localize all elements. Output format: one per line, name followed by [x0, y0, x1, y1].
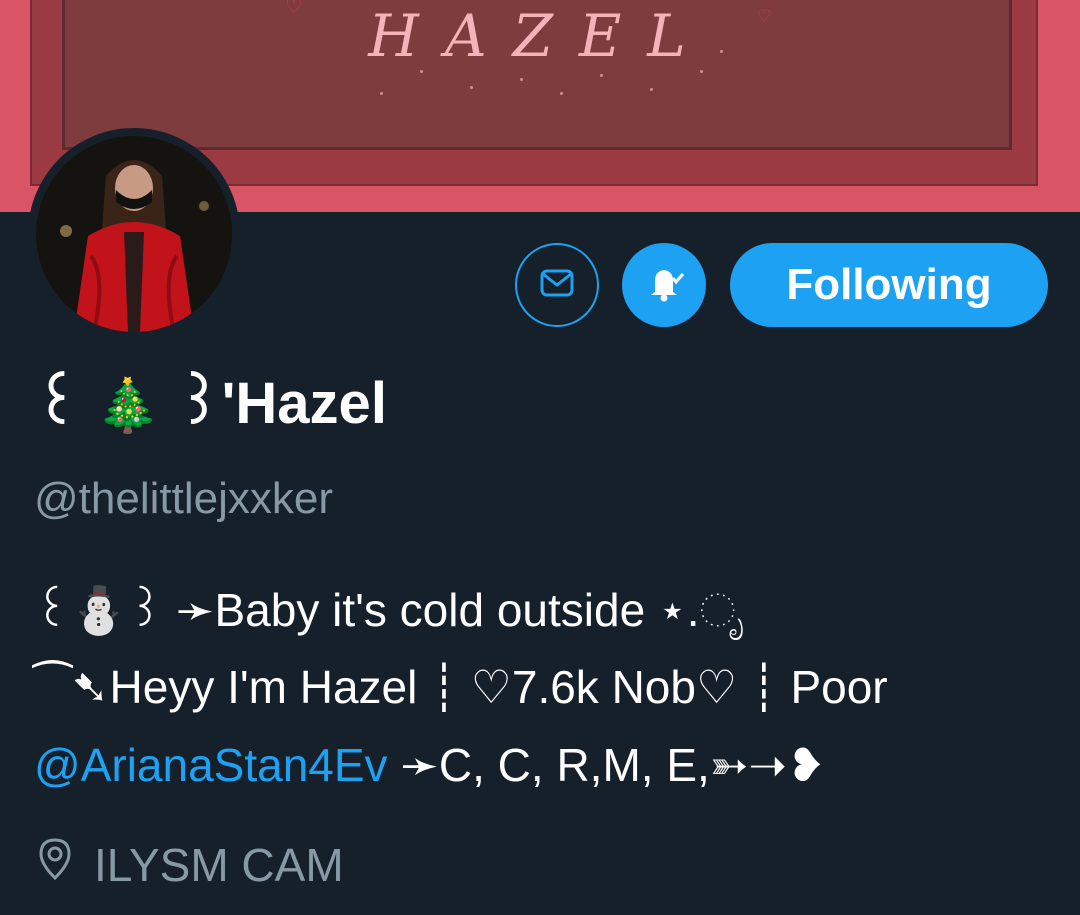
sparkle-dot [560, 92, 563, 95]
banner-title: HAZEL [368, 2, 712, 70]
sparkle-dot [420, 70, 423, 73]
profile-handle: @thelittlejxxker [34, 474, 333, 523]
bio-line-1: ꒰⛄꒱ ➛Baby it's cold outside ⋆.ೃ [34, 584, 745, 636]
mention-link[interactable]: @ArianaStan4Ev [34, 739, 388, 791]
bio-line-3-text: ➛C, C, R,M, E,➳➝❥ [387, 739, 826, 791]
sparkle-dot [720, 50, 723, 53]
sparkle-dot [380, 92, 383, 95]
sparkle-dot [600, 74, 603, 77]
location-pin-icon [34, 836, 76, 893]
display-name: ꒰ 🎄 ꒱'Hazel [34, 362, 387, 438]
following-button[interactable]: Following [730, 243, 1048, 327]
avatar[interactable] [28, 128, 240, 340]
display-name-prefix: ꒰ [34, 371, 80, 436]
profile-location: ILYSM CAM [34, 836, 344, 893]
mail-icon [536, 262, 578, 309]
display-name-text: ꒱'Hazel [176, 371, 387, 436]
sparkle-dot [470, 86, 473, 89]
avatar-illustration [36, 136, 232, 332]
heart-icon: ♡ [285, 0, 303, 18]
notifications-button[interactable] [622, 243, 706, 327]
christmas-tree-emoji: 🎄 [95, 377, 161, 435]
sparkle-dot [700, 70, 703, 73]
avatar-photo [36, 136, 232, 332]
sparkle-dot [520, 78, 523, 81]
bio-line-3: @ArianaStan4Ev ➛C, C, R,M, E,➳➝❥ [34, 738, 825, 792]
sparkle-dot [650, 88, 653, 91]
bio-line-2: ⁀➷Heyy I'm Hazel ┊ ♡7.6k Nob♡ ┊ Poor [34, 661, 888, 713]
message-button[interactable] [515, 243, 599, 327]
location-text: ILYSM CAM [94, 838, 344, 891]
bell-check-icon [639, 258, 689, 313]
heart-icon: ♡ [757, 8, 772, 25]
